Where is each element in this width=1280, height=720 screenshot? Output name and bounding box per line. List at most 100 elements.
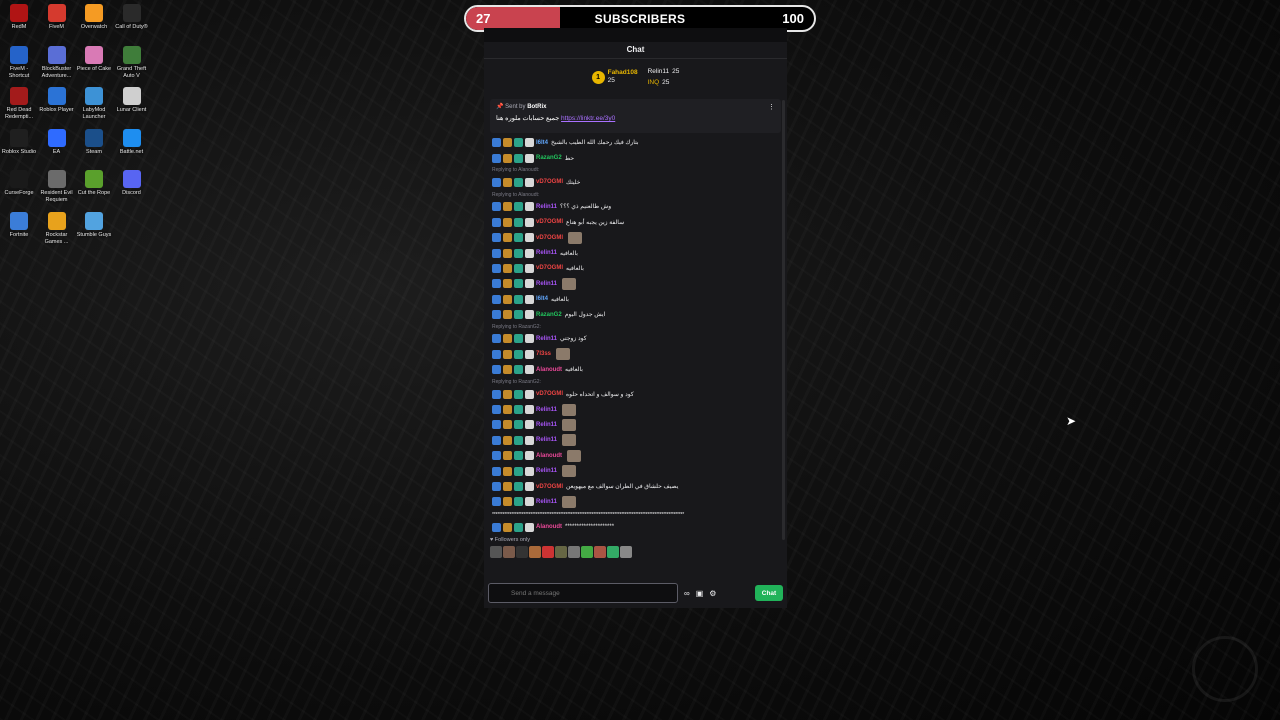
chat-username[interactable]: 7l3ss [536,351,551,357]
chat-username[interactable]: Relin11 [536,336,557,342]
emote-icon[interactable] [542,545,554,558]
chat-username[interactable]: Relin11 [536,499,557,505]
chat-message[interactable]: Alanoudt ********************* [492,520,779,535]
desktop-shortcut[interactable]: FiveM - Shortcut [0,45,38,80]
desktop-shortcut[interactable]: Lunar Client [113,87,151,114]
emote-icon[interactable] [568,545,580,558]
chat-message[interactable]: Relin11 [492,402,779,417]
chat-message[interactable]: RazanG2 حط [492,150,779,165]
chat-message[interactable]: 7l3ss [492,347,779,362]
chat-username[interactable]: vD7OGMl [536,484,563,490]
desktop-shortcut[interactable]: LabyMod Launcher [75,87,113,121]
chat-input[interactable] [488,583,678,603]
chat-message[interactable]: vD7OGMl سالفة زين يجبه أبو هناع [492,215,779,230]
leaderboard-third[interactable]: INQ 25 [648,77,680,88]
desktop-shortcut[interactable]: Piece of Cake [75,45,113,73]
leaderboard-first[interactable]: 1 Fahad108 25 [591,69,638,85]
emote-icon[interactable] [620,545,632,558]
chat-send-button[interactable]: Chat [755,585,783,601]
chat-username[interactable]: Relin11 [536,468,557,474]
chat-username[interactable]: RazanG2 [536,155,562,161]
desktop-shortcut[interactable]: BlockBuster Adventure... [38,45,76,80]
desktop-shortcut[interactable]: Steam [75,128,113,156]
chat-message[interactable]: vD7OGMl [492,230,779,245]
chat-badge-icon [514,217,523,227]
desktop-shortcut[interactable]: Rockstar Games ... [38,211,76,246]
chat-username[interactable]: Relin11 [536,204,557,210]
desktop-shortcut[interactable]: Stumble Guys [75,211,113,239]
desktop-shortcut[interactable]: Fortnite [0,211,38,239]
chat-username[interactable]: vD7OGMl [536,391,563,397]
more-options-icon[interactable]: ⋮ [768,103,775,111]
chat-username[interactable]: vD7OGMl [536,179,563,185]
desktop-shortcut[interactable]: Overwatch [75,4,113,31]
chat-username[interactable]: l6lt4 [536,140,548,146]
chat-username[interactable]: vD7OGMl [536,265,563,271]
emote-icon[interactable] [490,545,502,558]
chat-message[interactable]: Relin11 كود زوجتي [492,331,779,346]
chat-message[interactable]: Relin11 [492,463,779,478]
chat-badge-icon [492,279,501,289]
desktop-shortcut[interactable]: Discord [113,170,151,197]
chat-username[interactable]: vD7OGMl [536,235,563,241]
chat-message[interactable]: Relin11 [492,417,779,432]
chat-message[interactable]: vD7OGMl بالعافيه [492,261,779,276]
chat-username[interactable]: Relin11 [536,407,557,413]
browser-url-bar[interactable] [484,28,787,42]
chat-message[interactable]: Relin11 [492,276,779,291]
reply-context[interactable]: Replying to Alanoudt: [492,190,779,199]
chat-message[interactable]: vD7OGMl خليتك [492,175,779,190]
chat-username[interactable]: RazanG2 [536,312,562,318]
chat-message[interactable]: vD7OGMl يصيف حلشاق في الطران سوالف مع ميه… [492,479,779,494]
desktop-shortcut[interactable]: Red Dead Redempti... [0,87,38,121]
chat-badge-icon [514,153,523,163]
points-icon[interactable]: ∞ [684,589,690,598]
leader-name: INQ [647,79,660,86]
desktop-shortcut[interactable]: CurseForge [0,170,38,197]
chat-username[interactable]: Relin11 [536,422,557,428]
reply-context[interactable]: Replying to RazanG2: [492,322,779,331]
emote-icon[interactable] [516,545,528,558]
chat-message[interactable]: Relin11 [492,433,779,448]
emote-icon[interactable] [594,545,606,558]
desktop-shortcut[interactable]: Grand Theft Auto V [113,45,151,80]
emote-icon[interactable] [503,545,515,558]
chat-scrollbar[interactable] [782,100,785,540]
chat-message[interactable]: Relin11 بالعافيه [492,245,779,260]
reply-context[interactable]: Replying to RazanG2: [492,377,779,386]
desktop-shortcut[interactable]: Resident Evil Requiem [38,170,76,204]
desktop-shortcut[interactable]: Roblox Player [38,87,76,114]
settings-icon[interactable]: ⚙ [709,589,716,598]
chat-username[interactable]: Relin11 [536,437,557,443]
pinned-link[interactable]: https://linktr.ee/3y0 [561,115,615,122]
desktop-shortcut[interactable]: EA [38,128,76,156]
chat-message[interactable]: vD7OGMl كود و سوالف و اتحداه حلوه [492,386,779,401]
chat-message[interactable]: RazanG2 ايش جدول اليوم [492,307,779,322]
chat-message[interactable]: Alanoudt [492,448,779,463]
gift-icon[interactable]: ▣ [696,589,704,598]
chat-username[interactable]: l6lt4 [536,296,548,302]
emote-icon[interactable] [529,545,541,558]
chat-username[interactable]: Relin11 [536,250,557,256]
desktop-shortcut[interactable]: RedM [0,4,38,31]
chat-message[interactable]: Alanoudt بالعافيه [492,362,779,377]
chat-username[interactable]: Relin11 [536,281,557,287]
chat-username[interactable]: Alanoudt [536,453,562,459]
reply-context[interactable]: Replying to Alanoudt: [492,166,779,175]
chat-message[interactable]: Relin11 [492,494,779,509]
emote-icon[interactable] [607,545,619,558]
chat-username[interactable]: vD7OGMl [536,219,563,225]
desktop-shortcut[interactable]: Roblox Studio [0,128,38,156]
desktop-shortcut[interactable]: Battle.net [113,128,151,156]
desktop-shortcut[interactable]: Cut the Rope [75,170,113,197]
emote-icon[interactable] [581,545,593,558]
leaderboard-second[interactable]: Relin11 25 [648,66,680,77]
chat-message[interactable]: l6lt4 بتارك فيك رحمك الله الطيب بالشيخ [492,135,779,150]
desktop-shortcut[interactable]: FiveM [38,4,76,31]
chat-username[interactable]: Alanoudt [536,367,562,373]
desktop-shortcut[interactable]: Call of Duty® [113,4,151,31]
chat-message[interactable]: Relin11 وش طالعنيم ذي ؟؟؟ [492,199,779,214]
chat-username[interactable]: Alanoudt [536,524,562,530]
emote-icon[interactable] [555,545,567,558]
chat-message[interactable]: l6lt4 بالعافيه [492,292,779,307]
